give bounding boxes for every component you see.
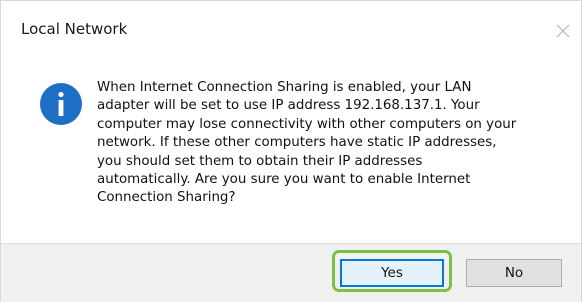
dialog-footer: Yes No bbox=[1, 243, 581, 302]
title-bar: Local Network bbox=[1, 1, 581, 57]
local-network-dialog: Local Network When Internet Connection S… bbox=[0, 0, 582, 302]
close-icon bbox=[556, 24, 570, 38]
close-button[interactable] bbox=[549, 17, 577, 45]
dialog-content: When Internet Connection Sharing is enab… bbox=[1, 57, 581, 237]
info-icon bbox=[40, 83, 82, 125]
no-button[interactable]: No bbox=[466, 259, 562, 287]
dialog-message: When Internet Connection Sharing is enab… bbox=[97, 80, 517, 206]
dialog-title: Local Network bbox=[21, 20, 128, 38]
yes-button[interactable]: Yes bbox=[340, 259, 444, 287]
